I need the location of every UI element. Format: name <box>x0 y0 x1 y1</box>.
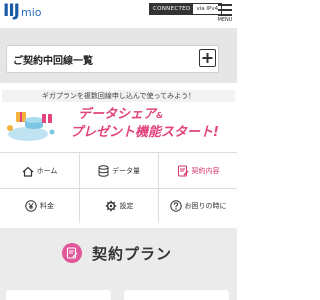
nav-item-fee[interactable]: 料金 <box>0 189 79 223</box>
banner-tagline: ギガプランを複数回線申し込んで使ってみよう！ <box>2 90 235 102</box>
contract-lines-title: ご契約中回線一覧 <box>13 56 93 67</box>
hamburger-icon <box>218 4 232 16</box>
help-icon <box>169 200 182 212</box>
database-icon <box>98 165 109 177</box>
page: IIJ mio CONNECTED via IPv4 MENU ご契約中回線一覧 <box>0 0 237 300</box>
expand-button[interactable] <box>199 49 216 67</box>
home-icon <box>22 166 34 177</box>
contract-icon <box>177 165 189 177</box>
banner-headline-1: データシェア& <box>78 103 163 122</box>
nav-item-data-label: データ量 <box>112 167 140 175</box>
logo-sub-text: mio <box>20 6 42 19</box>
nav-item-fee-label: 料金 <box>40 202 54 210</box>
plan-heading: 契約プラン <box>62 243 172 263</box>
banner-headline-1-text: データシェア <box>78 107 157 122</box>
nav-item-contract[interactable]: 契約内容 <box>159 154 237 188</box>
data-share-banner[interactable]: ギガプランを複数回線申し込んで使ってみよう！ データシェア& プレゼント機能スタ… <box>0 90 237 148</box>
yen-icon <box>25 200 37 212</box>
gift-illustration-icon <box>7 112 55 141</box>
banner-headline-2: プレゼント機能スタート! <box>70 125 219 140</box>
menu-label: MENU <box>217 17 233 23</box>
contract-lines-section: ご契約中回線一覧 <box>0 28 237 83</box>
plus-icon <box>202 53 213 63</box>
connection-status: CONNECTED <box>150 4 194 14</box>
nav-item-home[interactable]: ホーム <box>0 154 79 188</box>
menu-button[interactable]: MENU <box>214 2 236 26</box>
main-nav-grid: ホーム データ量 契約内容 料金 設定 お困りの時に <box>0 152 237 223</box>
nav-item-contract-label: 契約内容 <box>191 167 220 175</box>
nav-item-settings[interactable]: 設定 <box>80 189 158 223</box>
gear-icon <box>105 200 117 212</box>
nav-item-home-label: ホーム <box>36 167 58 175</box>
plan-document-icon <box>62 243 82 263</box>
nav-item-settings-label: 設定 <box>119 202 134 210</box>
app-header: IIJ mio CONNECTED via IPv4 MENU <box>0 0 237 28</box>
banner-headline-amp: & <box>156 111 163 120</box>
plan-card[interactable] <box>124 290 229 300</box>
contract-lines-card[interactable]: ご契約中回線一覧 <box>6 45 219 73</box>
nav-item-data[interactable]: データ量 <box>80 154 158 188</box>
connection-badge: CONNECTED via IPv4 <box>149 3 223 15</box>
iijmio-logo[interactable]: IIJ mio <box>3 1 42 23</box>
nav-item-help-label: お困りの時に <box>184 202 227 210</box>
nav-item-help[interactable]: お困りの時に <box>159 189 237 223</box>
plan-title: 契約プラン <box>92 244 173 263</box>
plan-card[interactable] <box>6 290 111 300</box>
logo-main-text: IIJ <box>3 1 20 21</box>
plan-section: 契約プラン <box>0 228 237 300</box>
